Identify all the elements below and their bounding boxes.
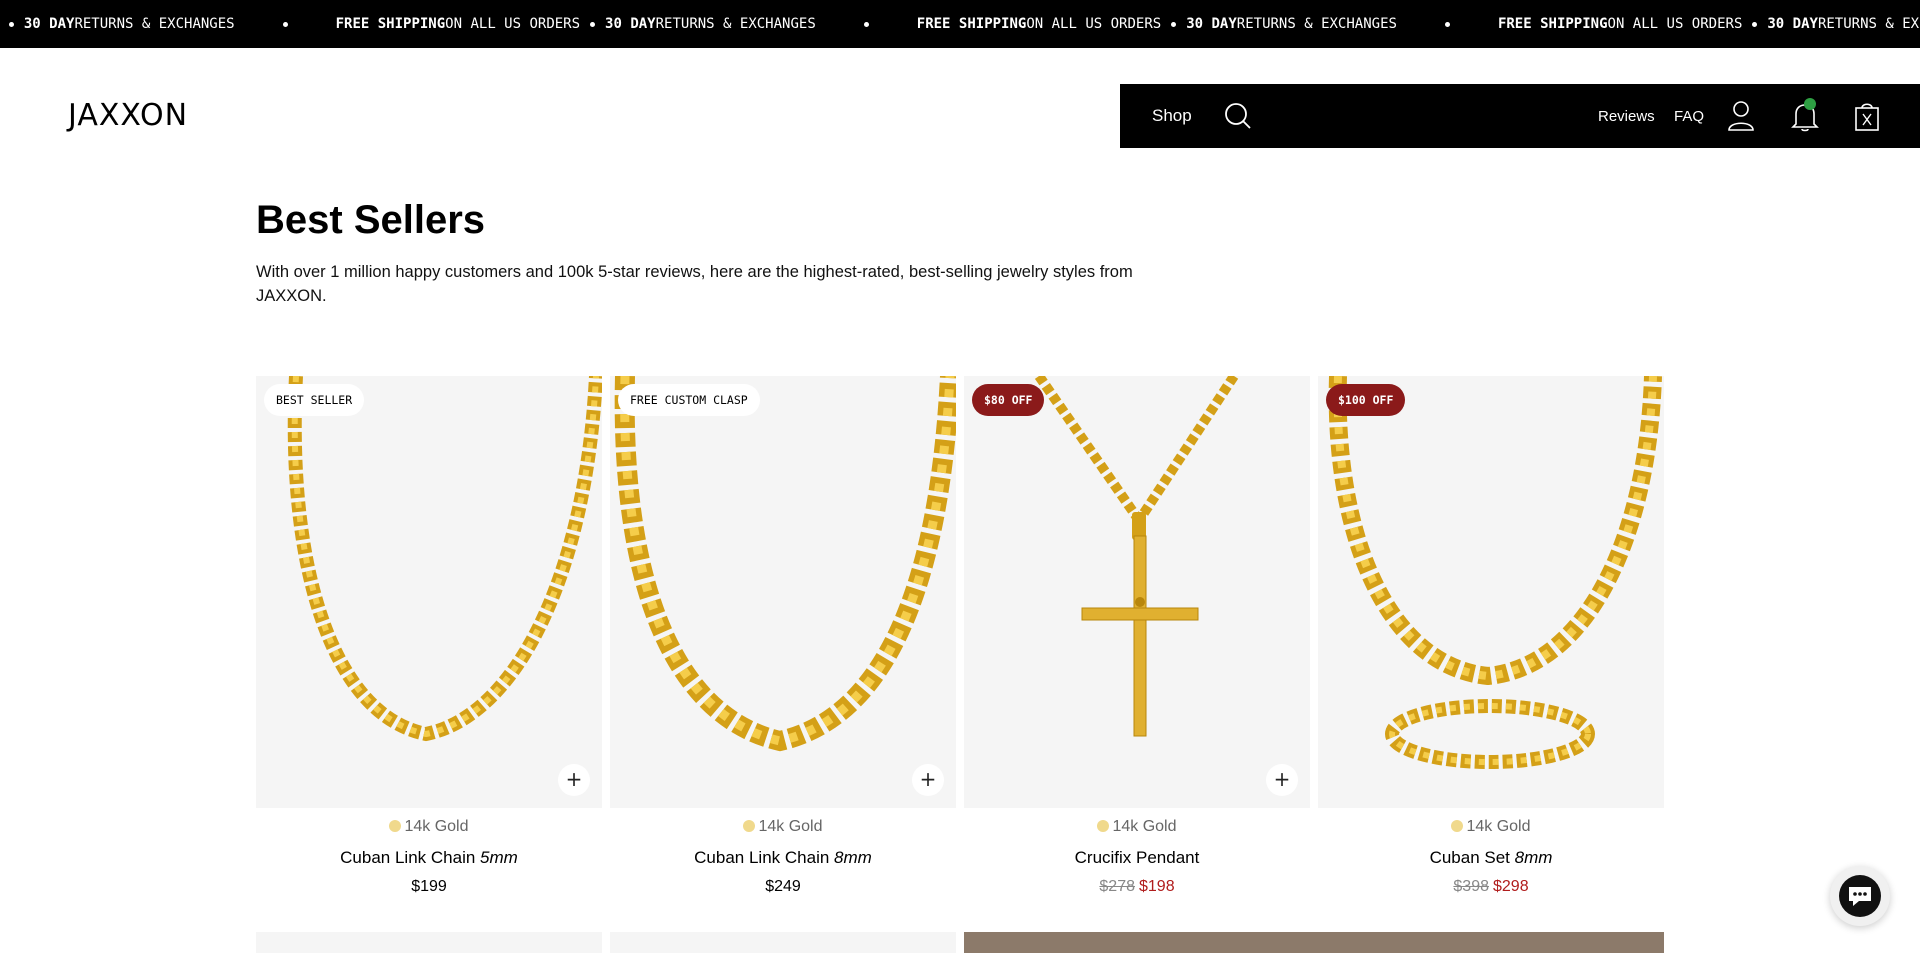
metal-option[interactable]: 14k Gold bbox=[256, 818, 602, 836]
product-card-partial[interactable] bbox=[610, 932, 956, 953]
notification-dot bbox=[1804, 98, 1816, 110]
chain-set-image bbox=[1328, 376, 1662, 769]
gold-swatch bbox=[389, 820, 402, 832]
product-name[interactable]: Cuban Set 8mm bbox=[1318, 848, 1664, 868]
separator-dot bbox=[590, 21, 596, 27]
page-title: Best Sellers bbox=[256, 198, 486, 242]
announcement-item: 30 DAY RETURNS & EXCHANGES bbox=[23, 16, 235, 32]
product-price: $199 bbox=[411, 878, 447, 895]
chat-button[interactable] bbox=[1830, 866, 1890, 926]
nav-faq-link[interactable]: FAQ bbox=[1674, 108, 1704, 125]
sale-price: $198 bbox=[1139, 878, 1175, 895]
nav-shop-link[interactable]: Shop bbox=[1152, 106, 1192, 126]
original-price: $398 bbox=[1453, 878, 1489, 895]
separator-dot bbox=[1444, 21, 1450, 27]
site-logo[interactable]: JAXXON bbox=[68, 98, 188, 133]
product-price: $249 bbox=[765, 878, 801, 895]
product-badge: FREE CUSTOM CLASP bbox=[618, 384, 760, 416]
product-card-partial[interactable] bbox=[256, 932, 602, 953]
original-price: $278 bbox=[1099, 878, 1135, 895]
product-name[interactable]: Crucifix Pendant bbox=[964, 848, 1310, 868]
product-name[interactable]: Cuban Link Chain 5mm bbox=[256, 848, 602, 868]
product-card[interactable]: FREE CUSTOM CLASP + 14k Gold Cuban Link … bbox=[610, 376, 956, 896]
announcement-item: 30 DAY RETURNS & EXCHANGES bbox=[1186, 16, 1397, 32]
metal-option[interactable]: 14k Gold bbox=[610, 818, 956, 836]
announcement-item: 30 DAY RETURNS & EXCHANGES bbox=[605, 16, 816, 32]
metal-option[interactable]: 14k Gold bbox=[964, 818, 1310, 836]
sale-badge: $80 OFF bbox=[972, 384, 1045, 416]
separator-dot bbox=[1171, 21, 1177, 27]
chat-icon bbox=[1839, 875, 1881, 917]
separator-dot bbox=[8, 21, 14, 27]
pendant-image bbox=[1034, 376, 1239, 737]
product-image[interactable]: FREE CUSTOM CLASP + bbox=[610, 376, 956, 808]
page-description: With over 1 million happy customers and … bbox=[256, 263, 1133, 305]
user-icon[interactable] bbox=[1726, 100, 1756, 132]
sale-price: $298 bbox=[1493, 878, 1529, 895]
quick-add-button[interactable]: + bbox=[1266, 764, 1298, 796]
promo-banner-partial[interactable] bbox=[964, 932, 1664, 953]
announcement-bar: RS 30 DAY RETURNS & EXCHANGES FREE SHIPP… bbox=[0, 0, 1920, 48]
product-card[interactable]: $100 OFF 14k Gold Cuban Set 8mm $398 $298 bbox=[1318, 376, 1664, 896]
gold-swatch bbox=[1097, 820, 1110, 832]
separator-dot bbox=[282, 21, 288, 27]
product-image[interactable]: BEST SELLER + bbox=[256, 376, 602, 808]
announcement-item: 30 DAY RETURNS & EXCHANGES bbox=[1767, 16, 1920, 32]
product-badge: BEST SELLER bbox=[264, 384, 365, 416]
announcement-item: FREE SHIPPING ON ALL US ORDERS bbox=[916, 16, 1162, 32]
chain-image bbox=[614, 376, 956, 752]
product-image[interactable]: $80 OFF + bbox=[964, 376, 1310, 808]
sale-badge: $100 OFF bbox=[1326, 384, 1406, 416]
product-card[interactable]: BEST SELLER + 14k Gold Cuban Link Chain … bbox=[256, 376, 602, 896]
main-nav: Shop Reviews FAQ bbox=[1120, 84, 1920, 148]
separator-dot bbox=[1752, 21, 1758, 27]
product-price: $398 $298 bbox=[1318, 878, 1664, 896]
product-name[interactable]: Cuban Link Chain 8mm bbox=[610, 848, 956, 868]
quick-add-button[interactable]: + bbox=[558, 764, 590, 796]
cart-icon[interactable] bbox=[1852, 100, 1882, 132]
gold-swatch bbox=[743, 820, 756, 832]
announcement-item: FREE SHIPPING ON ALL US ORDERS bbox=[335, 16, 581, 32]
announcement-item: FREE SHIPPING ON ALL US ORDERS bbox=[1497, 16, 1743, 32]
metal-option[interactable]: 14k Gold bbox=[1318, 818, 1664, 836]
search-icon[interactable] bbox=[1224, 102, 1252, 130]
separator-dot bbox=[863, 21, 869, 27]
nav-reviews-link[interactable]: Reviews bbox=[1598, 108, 1655, 125]
announcement-track: RS 30 DAY RETURNS & EXCHANGES FREE SHIPP… bbox=[0, 0, 1920, 48]
product-card[interactable]: $80 OFF + 14k Gold Crucifix Pendant $278… bbox=[964, 376, 1310, 896]
gold-swatch bbox=[1451, 820, 1464, 832]
quick-add-button[interactable]: + bbox=[912, 764, 944, 796]
product-price: $278 $198 bbox=[964, 878, 1310, 896]
chain-image bbox=[287, 376, 602, 742]
product-image[interactable]: $100 OFF bbox=[1318, 376, 1664, 808]
